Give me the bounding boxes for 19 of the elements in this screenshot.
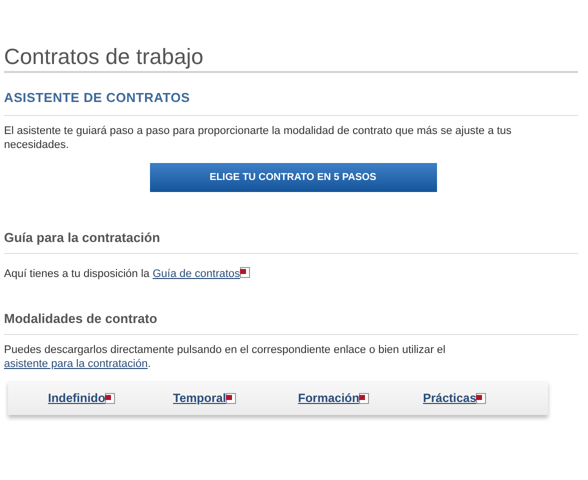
- pdf-icon: [105, 392, 116, 404]
- page-title: Contratos de trabajo: [4, 44, 204, 70]
- guide-link[interactable]: Guía de contratos: [152, 268, 240, 280]
- pdf-icon: [240, 267, 250, 278]
- download-text: Puedes descargarlos directamente pulsando en el correspondiente enlace o bien utilizar el asistente para la contratación.: [4, 343, 446, 371]
- contract-link[interactable]: Formación: [298, 389, 360, 407]
- section-heading: Modalidades de contrato: [4, 310, 158, 328]
- pdf-icon: [226, 392, 236, 404]
- description: El asistente te guiará paso a paso para proporcionarte la modalidad de contrato que más se ajuste a tus necesidades.: [4, 124, 513, 152]
- pdf-icon: [476, 392, 486, 404]
- contract-link[interactable]: Indefinido: [48, 389, 106, 407]
- section-heading: ASISTENTE DE CONTRATOS: [4, 89, 191, 107]
- guide-text: Aquí tienes a tu disposición la Guía de contratos: [4, 266, 578, 282]
- wizard-button[interactable]: ELIGE TU CONTRATO EN 5 PASOS: [150, 162, 436, 192]
- section-heading: Guía para la contratación: [4, 228, 162, 247]
- contract-link[interactable]: Temporal: [173, 389, 226, 407]
- assistant-link[interactable]: asistente para la contratación: [4, 358, 148, 370]
- pdf-icon: [359, 392, 370, 404]
- contract-link[interactable]: Prácticas: [423, 389, 476, 407]
